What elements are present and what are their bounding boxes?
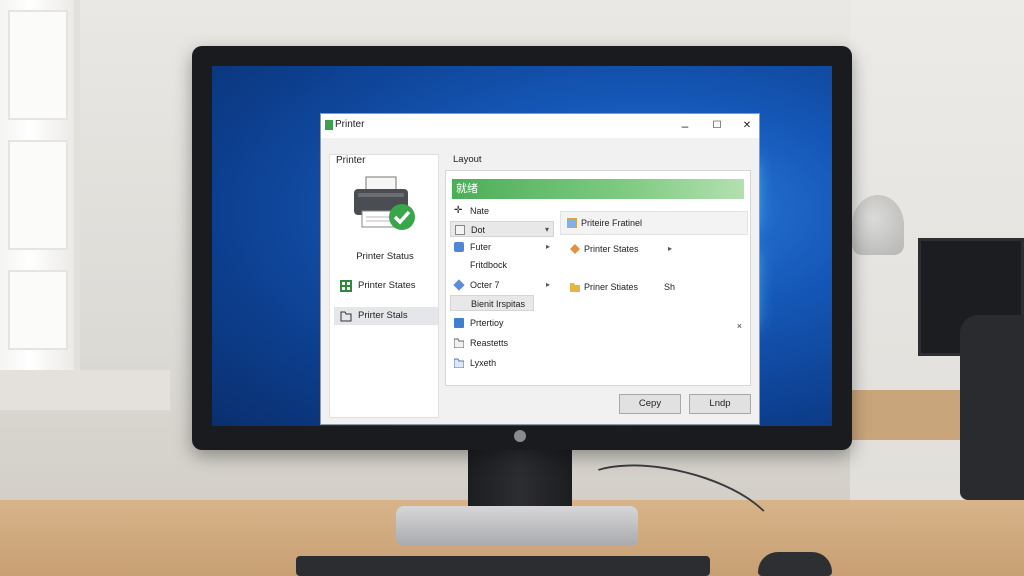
- maximize-button[interactable]: ☐: [705, 117, 729, 135]
- window-pane: [8, 140, 68, 250]
- left-item-label: Prirter Stals: [358, 310, 408, 321]
- mouse: [758, 552, 832, 576]
- room-window: [0, 0, 80, 380]
- menu-item-nate[interactable]: ✛ Nate: [450, 203, 554, 219]
- window-sill: [0, 370, 170, 410]
- layout-label: Layout: [453, 154, 482, 165]
- window-pane: [8, 10, 68, 120]
- submenu-item-label: Priner Stiates: [584, 282, 639, 292]
- monitor: Printer – ☐ ✕ Printer Printer Status Pri…: [192, 46, 852, 450]
- puzzle-icon: [454, 242, 464, 252]
- keyboard: [296, 556, 710, 576]
- apple-logo-icon: [514, 430, 526, 442]
- menu-item-lyxeth[interactable]: Lyxeth: [450, 355, 554, 371]
- grid-icon: [340, 280, 352, 292]
- printer-icon: [354, 176, 415, 230]
- chevron-right-icon: ▸: [668, 244, 673, 253]
- printer-status-caption: Printer Status: [356, 251, 414, 262]
- panel-header: Printer: [336, 155, 366, 166]
- menu-item-label: Lyxeth: [470, 358, 497, 368]
- submenu-extra: Sh: [664, 282, 676, 292]
- window-pane: [8, 270, 68, 350]
- right-panel: Layout 就绪 ✛ Nate Dot ▾ Futer ▸ Fritdbock…: [445, 154, 751, 386]
- submenu-item-label: Priteire Fratinel: [581, 218, 643, 228]
- wrench-icon: [570, 244, 580, 254]
- printer-dialog: Printer – ☐ ✕ Printer Printer Status Pri…: [320, 113, 760, 425]
- status-bar: 就绪: [452, 179, 744, 199]
- menu-item-label: Prtertioy: [470, 318, 504, 328]
- apply-button[interactable]: Lndp: [689, 394, 751, 414]
- menu-item-prtertioy[interactable]: Prtertioy: [450, 315, 554, 331]
- office-chair: [960, 315, 1024, 500]
- menu-item-futer[interactable]: Futer ▸: [450, 239, 554, 255]
- folder-icon: [454, 358, 464, 368]
- close-button[interactable]: ✕: [735, 117, 759, 135]
- chevron-right-icon: ▸: [545, 242, 550, 251]
- folder-icon: [454, 338, 464, 348]
- menu-list: 就绪 ✛ Nate Dot ▾ Futer ▸ Fritdbock Octer …: [445, 170, 751, 386]
- box-icon: [455, 225, 465, 235]
- menu-item-label: Nate: [470, 206, 490, 216]
- submenu-item-printer-states[interactable]: Printer States ▸: [568, 241, 678, 257]
- plus-icon: ✛: [454, 205, 463, 216]
- title-bar: Printer – ☐ ✕: [321, 114, 759, 138]
- menu-item-label: Octer 7: [470, 280, 500, 290]
- left-item-prirter-stals[interactable]: Prirter Stals: [334, 307, 438, 325]
- menu-item-label: Fritdbock: [470, 260, 508, 270]
- menu-item-label: Futer: [470, 242, 492, 252]
- monitor-stand-base: [396, 506, 638, 546]
- submenu-panel: Priteire Fratinel: [560, 211, 748, 235]
- close-icon[interactable]: ×: [737, 321, 742, 331]
- menu-item-bienit-irspitas[interactable]: Bienit Irspitas: [450, 295, 534, 311]
- chevron-down-icon: ▾: [544, 225, 549, 234]
- submenu-item-label: Printer States: [584, 244, 639, 254]
- left-item-label: Printer States: [358, 280, 416, 291]
- submenu-item-priner-stiates[interactable]: Priner Stiates Sh: [568, 279, 688, 295]
- monitor-icon: [454, 318, 464, 328]
- chevron-right-icon: ▸: [545, 280, 550, 289]
- window-title: Printer: [335, 119, 365, 130]
- menu-item-octer[interactable]: Octer 7 ▸: [450, 277, 554, 293]
- left-panel: Printer Printer Status Printer States Pr…: [329, 154, 439, 418]
- menu-item-label: Reastetts: [470, 338, 509, 348]
- monitor-stand: [468, 450, 572, 512]
- desk-lamp: [852, 195, 904, 255]
- submenu-item-priteire-fratinel[interactable]: Priteire Fratinel: [565, 215, 642, 231]
- minimize-button[interactable]: –: [673, 117, 697, 135]
- folder-icon: [340, 311, 352, 322]
- menu-item-dot[interactable]: Dot ▾: [450, 221, 554, 237]
- printer-app-icon: [325, 120, 333, 130]
- cube-icon: [453, 279, 465, 291]
- left-item-printer-states[interactable]: Printer States: [334, 277, 438, 295]
- copy-button[interactable]: Cepy: [619, 394, 681, 414]
- desktop-screen: Printer – ☐ ✕ Printer Printer Status Pri…: [212, 66, 832, 426]
- folder-icon: [570, 283, 580, 292]
- menu-item-fritdbock[interactable]: Fritdbock: [450, 257, 554, 273]
- menu-item-label: Dot: [471, 225, 486, 235]
- image-icon: [567, 218, 577, 228]
- menu-item-label: Bienit Irspitas: [471, 299, 526, 309]
- checkmark-icon: [389, 204, 415, 230]
- menu-item-reastetts[interactable]: Reastetts: [450, 335, 554, 351]
